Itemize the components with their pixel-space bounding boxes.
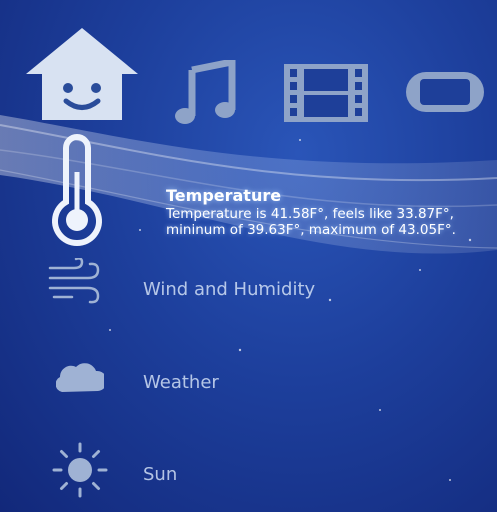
cloud-icon — [56, 363, 104, 392]
music-note-icon[interactable] — [174, 60, 240, 126]
menu-item-label: Weather — [143, 372, 219, 393]
sun-icon — [52, 442, 108, 498]
selected-item-title: Temperature — [166, 186, 282, 205]
film-strip-icon[interactable] — [282, 62, 370, 124]
wind-icon — [48, 258, 100, 304]
psp-console-icon[interactable] — [404, 70, 486, 114]
menu-item-label: Sun — [143, 464, 178, 485]
menu-item-label: Wind and Humidity — [143, 279, 316, 300]
selected-item-description: Temperature is 41.58F°, feels like 33.87… — [166, 206, 456, 238]
thermometer-icon — [52, 134, 102, 247]
home-face-icon[interactable] — [24, 26, 140, 122]
